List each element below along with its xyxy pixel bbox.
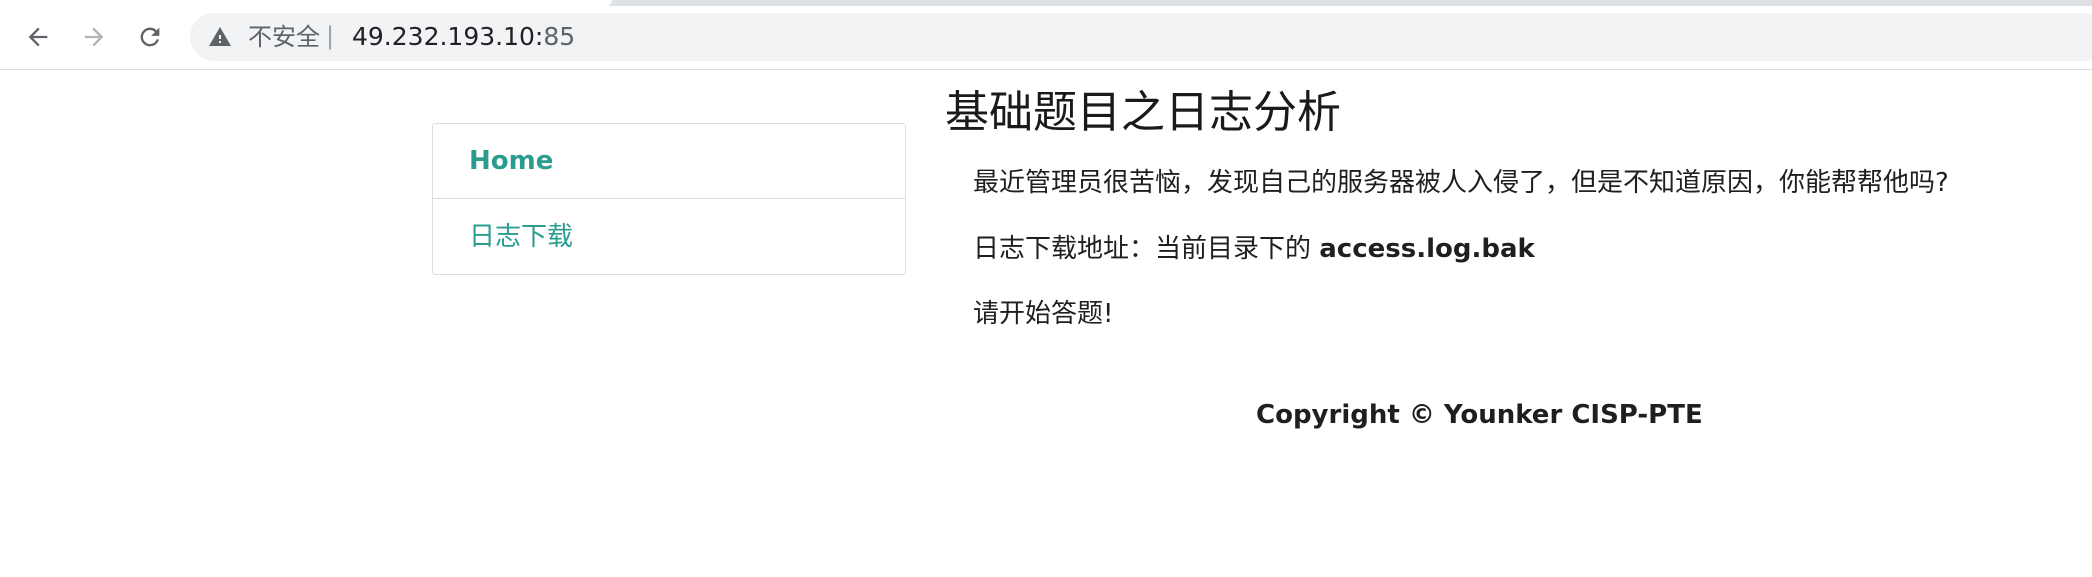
footer-copyright: Copyright © Younker CISP-PTE [1256,400,1703,430]
intro-paragraph: 最近管理员很苦恼，发现自己的服务器被人入侵了，但是不知道原因，你能帮帮他吗? [973,168,1949,198]
back-arrow-icon [28,27,48,47]
reload-button[interactable] [130,17,170,57]
address-bar[interactable]: 不安全 | 49.232.193.10:85 [190,13,2092,61]
url-text[interactable]: 49.232.193.10:85 [352,23,575,51]
sidebar-item-home[interactable]: Home [433,124,905,199]
forward-arrow-icon [84,27,104,47]
warning-icon[interactable] [208,25,232,49]
back-button[interactable] [18,17,58,57]
omnibox-separator: | [326,22,335,50]
download-paragraph: 日志下载地址：当前目录下的 access.log.bak [973,232,1535,266]
tab-strip [0,0,2092,6]
security-label[interactable]: 不安全 [248,23,320,51]
download-label: 日志下载地址：当前目录下的 [973,234,1320,264]
start-prompt: 请开始答题! [973,299,1114,329]
active-tab[interactable] [0,0,612,6]
page-title: 基础题目之日志分析 [945,87,1341,138]
url-port: 85 [543,22,576,51]
sidebar-item-log-download[interactable]: 日志下载 [433,200,905,275]
log-filename: access.log.bak [1319,234,1535,264]
forward-button[interactable] [74,17,114,57]
reload-icon [140,27,160,47]
browser-toolbar: 不安全 | 49.232.193.10:85 [0,0,2092,70]
sidebar-nav: Home 日志下载 [432,123,906,275]
url-host: 49.232.193.10: [352,22,544,51]
